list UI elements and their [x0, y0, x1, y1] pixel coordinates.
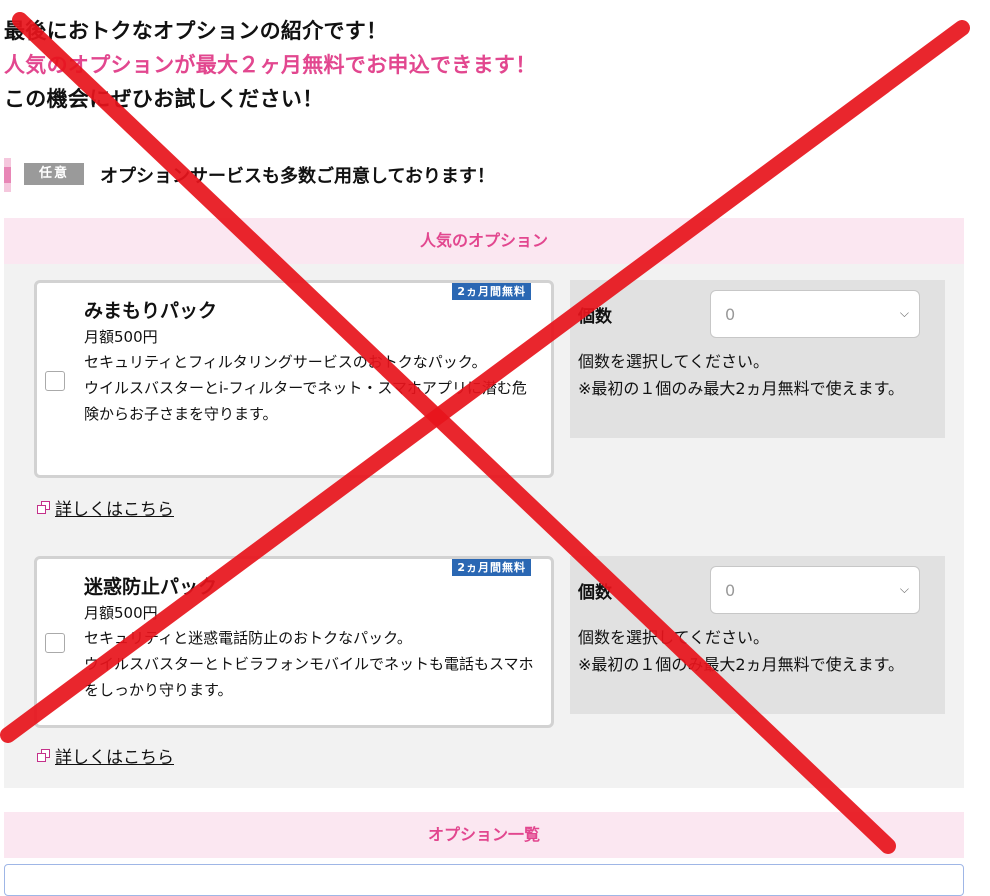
quantity-select[interactable]: 0 ⌵ — [710, 566, 920, 614]
detail-link-label: 詳しくはこちら — [55, 500, 174, 520]
option-checkbox[interactable] — [45, 371, 65, 391]
option-checkbox[interactable] — [45, 633, 65, 653]
chevron-down-icon: ⌵ — [899, 306, 909, 320]
intro-line-2: 人気のオプションが最大２ヶ月無料でお申込できます！ — [4, 53, 537, 77]
quantity-select[interactable]: 0 ⌵ — [710, 290, 920, 338]
detail-link[interactable]: 詳しくはこちら — [37, 743, 174, 768]
quantity-label: 個数 — [578, 583, 612, 603]
popular-options-heading: 人気のオプション — [4, 218, 964, 264]
option-description-2: ウイルスバスターとi-フィルターでネット・スマホアプリに潜む危険からお子さまを守… — [84, 379, 527, 423]
quantity-select-value: 0 — [725, 305, 736, 324]
option-list-box — [4, 864, 964, 896]
option-card-meiwaku[interactable]: 2ヵ月間無料 迷惑防止パック 月額500円 セキュリティと迷惑電話防止のおトクな… — [34, 556, 554, 728]
option-card-mimamori[interactable]: 2ヵ月間無料 みまもりパック 月額500円 セキュリティとフィルタリングサービス… — [34, 280, 554, 478]
optional-badge: 任意 — [24, 163, 84, 185]
quantity-help-text: 個数を選択してください。 ※最初の１個のみ最大2ヵ月無料で使えます。 — [578, 628, 904, 674]
option-description-2: ウイルスバスターとトビラフォンモバイルでネットも電話もスマホをしっかり守ります。 — [84, 655, 534, 699]
quantity-box: 個数 0 ⌵ 個数を選択してください。 ※最初の１個のみ最大2ヵ月無料で使えます… — [570, 280, 945, 438]
quantity-help-text: 個数を選択してください。 ※最初の１個のみ最大2ヵ月無料で使えます。 — [578, 352, 904, 398]
intro-text: 最後におトクなオプションの紹介です！ 人気のオプションが最大２ヶ月無料でお申込で… — [4, 14, 537, 116]
option-description-1: セキュリティとフィルタリングサービスのおトクなパック。 — [84, 353, 487, 371]
external-link-icon — [37, 501, 50, 514]
section-accent-bar — [4, 158, 11, 192]
option-price: 月額500円 — [84, 604, 158, 622]
external-link-icon — [37, 749, 50, 762]
detail-link-label: 詳しくはこちら — [55, 748, 174, 768]
intro-line-1: 最後におトクなオプションの紹介です！ — [4, 19, 388, 43]
quantity-select-value: 0 — [725, 581, 736, 600]
quantity-box: 個数 0 ⌵ 個数を選択してください。 ※最初の１個のみ最大2ヵ月無料で使えます… — [570, 556, 945, 714]
chevron-down-icon: ⌵ — [899, 582, 909, 596]
popular-options-panel: 人気のオプション 2ヵ月間無料 みまもりパック 月額500円 セキュリティとフィ… — [4, 218, 964, 788]
option-list-heading: オプション一覧 — [4, 812, 964, 858]
option-name: みまもりパック — [84, 300, 218, 322]
section-title: オプションサービスも多数ご用意しております！ — [100, 166, 495, 187]
option-price: 月額500円 — [84, 328, 158, 346]
option-name: 迷惑防止パック — [84, 576, 218, 598]
intro-line-3: この機会にぜひお試しください！ — [4, 87, 324, 111]
detail-link[interactable]: 詳しくはこちら — [37, 495, 174, 520]
option-description-1: セキュリティと迷惑電話防止のおトクなパック。 — [84, 629, 412, 647]
quantity-label: 個数 — [578, 307, 612, 327]
